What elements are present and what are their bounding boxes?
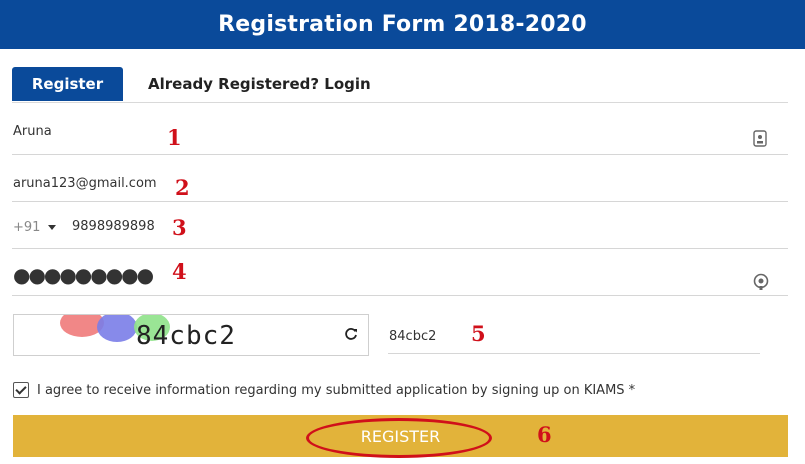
- annotation-1: 1: [167, 125, 182, 150]
- password-field[interactable]: ●●●●●●●●●: [12, 257, 788, 296]
- page-title: Registration Form 2018-2020: [218, 12, 587, 37]
- annotation-5: 5: [471, 321, 486, 346]
- form-tabs: Register Already Registered? Login: [12, 67, 788, 103]
- email-field[interactable]: aruna123@gmail.com: [12, 163, 788, 202]
- annotation-2: 2: [175, 175, 190, 200]
- eye-icon[interactable]: [753, 273, 769, 295]
- phone-value: 9898989898: [72, 219, 155, 234]
- captcha-input[interactable]: 84cbc2: [388, 313, 760, 354]
- refresh-icon[interactable]: [344, 326, 358, 345]
- tab-login[interactable]: Already Registered? Login: [148, 67, 371, 101]
- register-button[interactable]: REGISTER: [13, 415, 788, 457]
- name-field[interactable]: Aruna: [12, 116, 788, 155]
- captcha-input-value: 84cbc2: [389, 329, 437, 344]
- annotation-3: 3: [172, 215, 187, 240]
- phone-field[interactable]: +91 9898989898: [12, 210, 788, 249]
- annotation-4: 4: [172, 259, 187, 284]
- tab-register[interactable]: Register: [12, 67, 123, 101]
- register-button-label: REGISTER: [360, 426, 441, 446]
- caret-down-icon[interactable]: [48, 225, 56, 230]
- id-card-icon: [753, 130, 767, 151]
- checkbox-checked-icon[interactable]: [13, 382, 29, 398]
- annotation-6: 6: [537, 422, 552, 447]
- agree-row: I agree to receive information regarding…: [13, 381, 635, 399]
- password-value: ●●●●●●●●●: [13, 263, 154, 287]
- name-value: Aruna: [13, 124, 52, 139]
- captcha-text: 84cbc2: [136, 321, 236, 351]
- email-value: aruna123@gmail.com: [13, 176, 157, 191]
- tab-login-label: Already Registered? Login: [148, 75, 371, 93]
- tab-register-label: Register: [31, 75, 104, 93]
- agree-text: I agree to receive information regarding…: [37, 382, 636, 398]
- country-code: +91: [13, 220, 41, 235]
- form-header: Registration Form 2018-2020: [0, 0, 805, 49]
- captcha-image: 84cbc2: [13, 314, 369, 356]
